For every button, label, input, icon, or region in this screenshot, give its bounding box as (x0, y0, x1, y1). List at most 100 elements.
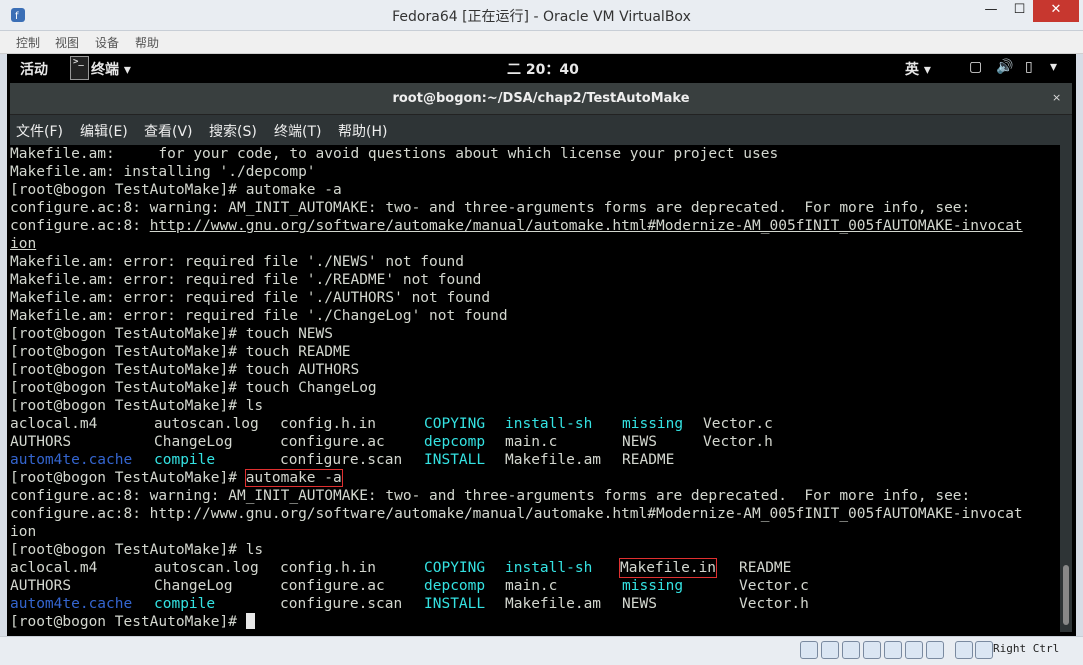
prompt-line[interactable]: [root@bogon TestAutoMake]# (10, 613, 255, 631)
ls-entry: AUTHORS (10, 578, 72, 594)
hard-disk-icon[interactable] (800, 641, 818, 659)
documentation-link-wrap[interactable]: ion (10, 236, 36, 252)
guest-screen: 活动 >_ 终端 ▾ 二 20：40 英 ▾ ▢ 🔊 ▯ ▾ root@bogo… (7, 54, 1076, 636)
ls-entry: config.h.in (280, 560, 377, 576)
ls-entry: aclocal.m4 (10, 416, 98, 432)
clock[interactable]: 二 20：40 (507, 59, 579, 79)
ls-entry: NEWS (622, 434, 657, 450)
output-line: ion (10, 524, 37, 540)
ls-entry: README (739, 560, 792, 576)
highlighted-makefile-in: Makefile.in (618, 558, 718, 578)
window-switch-icon[interactable]: ▢ (969, 59, 982, 75)
menu-control[interactable]: 控制 (16, 34, 40, 51)
window-titlebar: f Fedora64 [正在运行] - Oracle VM VirtualBox… (0, 0, 1083, 31)
ls-entry: configure.ac (280, 578, 385, 594)
output-line: Makefile.am: error: required file './Cha… (10, 308, 508, 324)
ls-entry: configure.scan (280, 596, 403, 612)
ls-entry: Makefile.am (505, 452, 602, 468)
ls-entry: configure.scan (280, 452, 403, 468)
ls-entry-executable: install-sh (505, 416, 593, 432)
host-key-label: Right Ctrl (993, 642, 1060, 655)
output-line: configure.ac:8: warning: AM_INIT_AUTOMAK… (10, 488, 971, 504)
optical-drive-icon[interactable] (821, 641, 839, 659)
ls-entry: config.h.in (280, 416, 377, 432)
gnome-top-bar: 活动 >_ 终端 ▾ 二 20：40 英 ▾ ▢ 🔊 ▯ ▾ (7, 54, 1076, 81)
output-line: configure.ac:8: http://www.gnu.org/softw… (10, 217, 1023, 235)
display-icon[interactable] (926, 641, 944, 659)
ls-entry: Vector.h (703, 434, 773, 450)
mouse-integration-icon[interactable] (975, 641, 993, 659)
ls-entry: Vector.c (739, 578, 809, 594)
ls-entry: aclocal.m4 (10, 560, 98, 576)
shared-folders-icon[interactable] (905, 641, 923, 659)
menu-help[interactable]: 帮助 (135, 34, 159, 51)
scrollbar-thumb[interactable] (1063, 565, 1069, 625)
ls-entry: ChangeLog (154, 578, 233, 594)
output-line: [root@bogon TestAutoMake]# automake -a (10, 182, 342, 198)
output-line: Makefile.am: installing './depcomp' (10, 164, 316, 180)
ls-entry-executable: COPYING (424, 560, 486, 576)
ls-entry: autoscan.log (154, 560, 259, 576)
network-icon[interactable] (863, 641, 881, 659)
terminal-output[interactable]: Makefile.am: for your code, to avoid que… (10, 145, 1060, 632)
terminal-title: root@bogon:~/DSA/chap2/TestAutoMake (392, 91, 690, 106)
output-line: [root@bogon TestAutoMake]# touch NEWS (10, 326, 334, 342)
menu-search[interactable]: 搜索(S) (209, 121, 257, 141)
prompt: [root@bogon TestAutoMake]# (10, 614, 246, 630)
capture-icon[interactable] (955, 641, 973, 659)
ls-entry-executable: compile (154, 452, 216, 468)
ls-entry-executable: INSTALL (424, 452, 486, 468)
vm-status-bar: Right Ctrl (0, 636, 1083, 665)
ls-entry-executable: missing (622, 416, 684, 432)
ls-entry-directory: autom4te.cache (10, 596, 133, 612)
output-line: configure.ac:8: http://www.gnu.org/softw… (10, 506, 1023, 522)
input-method-indicator[interactable]: 英 ▾ (905, 59, 931, 79)
ls-entry-executable: depcomp (424, 578, 486, 594)
menu-devices[interactable]: 设备 (95, 34, 119, 51)
ls-entry: NEWS (622, 596, 657, 612)
output-line: [root@bogon TestAutoMake]# touch AUTHORS (10, 362, 360, 378)
menu-view[interactable]: 视图 (55, 34, 79, 51)
menu-edit[interactable]: 编辑(E) (80, 121, 128, 141)
output-line: Makefile.am: for your code, to avoid que… (10, 146, 779, 162)
ls-entry-executable: COPYING (424, 416, 486, 432)
output-line: ion (10, 235, 36, 253)
app-menu[interactable]: 终端 ▾ (91, 59, 131, 79)
ls-entry: configure.ac (280, 434, 385, 450)
output-line: Makefile.am: error: required file './AUT… (10, 290, 491, 306)
ls-entry: ChangeLog (154, 434, 233, 450)
battery-icon[interactable]: ▯ (1025, 59, 1033, 75)
system-menu-chevron-icon[interactable]: ▾ (1050, 59, 1057, 75)
window-title: Fedora64 [正在运行] - Oracle VM VirtualBox (392, 9, 691, 25)
menu-terminal[interactable]: 终端(T) (274, 121, 321, 141)
output-line: configure.ac:8: warning: AM_INIT_AUTOMAK… (10, 200, 971, 216)
ls-entry-executable: INSTALL (424, 596, 486, 612)
ls-entry-executable: missing (622, 578, 684, 594)
menu-file[interactable]: 文件(F) (16, 121, 63, 141)
ls-entry: main.c (505, 434, 558, 450)
highlighted-command: automake -a (244, 469, 343, 487)
volume-icon[interactable]: 🔊 (996, 59, 1013, 75)
minimize-button[interactable]: — (976, 0, 1006, 22)
ls-entry-executable: install-sh (505, 560, 593, 576)
audio-icon[interactable] (842, 641, 860, 659)
ls-entry: autoscan.log (154, 416, 259, 432)
menu-view[interactable]: 查看(V) (144, 121, 193, 141)
terminal-close-icon[interactable]: × (1052, 91, 1061, 104)
documentation-link[interactable]: http://www.gnu.org/software/automake/man… (150, 218, 1023, 234)
line-prefix: configure.ac:8: (10, 218, 150, 234)
maximize-button[interactable]: ☐ (1006, 0, 1033, 22)
terminal-scrollbar[interactable] (1060, 145, 1072, 632)
usb-icon[interactable] (884, 641, 902, 659)
vm-menubar: 控制 视图 设备 帮助 (0, 31, 1083, 54)
output-line: [root@bogon TestAutoMake]# ls (10, 542, 264, 558)
ls-entry: AUTHORS (10, 434, 72, 450)
output-line: [root@bogon TestAutoMake]# automake -a (10, 469, 343, 487)
menu-help[interactable]: 帮助(H) (338, 121, 387, 141)
ls-entry: Vector.c (703, 416, 773, 432)
ls-entry-directory: autom4te.cache (10, 452, 133, 468)
prompt: [root@bogon TestAutoMake]# (10, 470, 246, 486)
activities-button[interactable]: 活动 (20, 59, 48, 79)
terminal-titlebar: root@bogon:~/DSA/chap2/TestAutoMake × (10, 83, 1072, 115)
close-button[interactable]: ✕ (1033, 0, 1079, 22)
